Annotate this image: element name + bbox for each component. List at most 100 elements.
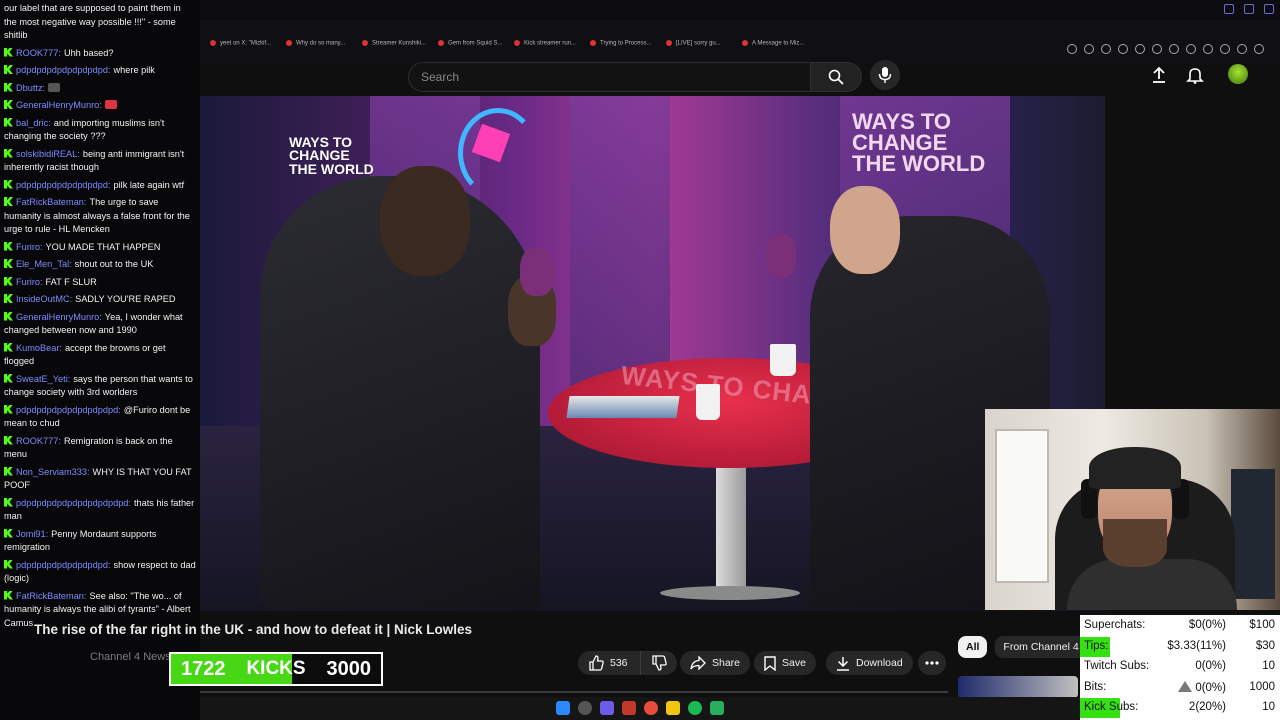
kick-badge-icon	[4, 117, 13, 127]
chat-username[interactable]: Jomi91:	[16, 529, 48, 539]
kick-badge-icon	[4, 294, 13, 303]
extension-icon[interactable]	[1203, 44, 1213, 54]
chat-username[interactable]: FatRickBateman:	[16, 591, 86, 601]
bookmark-item[interactable]: Streamer Kunshiki...	[362, 40, 426, 47]
window-controls[interactable]	[1224, 4, 1274, 14]
chat-username[interactable]: GeneralHenryMunro:	[16, 312, 102, 322]
chat-text: SADLY YOU'RE RAPED	[75, 294, 176, 304]
like-button[interactable]: 536	[578, 651, 641, 675]
kicks-target: 3000	[326, 657, 372, 680]
recommendation-chips: All From Channel 4	[958, 636, 1087, 658]
chip-all[interactable]: All	[958, 636, 988, 658]
chat-username[interactable]: Ele_Men_Tal:	[16, 259, 72, 269]
bookmark-item[interactable]: A Message to Miz...	[742, 40, 804, 47]
stat-label: Bits:	[1084, 680, 1107, 693]
extension-icon[interactable]	[1152, 44, 1162, 54]
chat-emote-icon	[104, 100, 117, 109]
download-button[interactable]: Download	[826, 651, 913, 675]
chat-username[interactable]: InsideOutMC:	[16, 294, 72, 304]
search-icon[interactable]	[578, 701, 592, 715]
save-button[interactable]: Save	[754, 651, 816, 675]
like-count: 536	[610, 657, 628, 669]
chat-username[interactable]: pdpdpdpdpdpdpdpdpd:	[16, 65, 111, 75]
stat-row: Bits: 0(0%) 1000	[1080, 678, 1280, 698]
chat-username[interactable]: pdpdpdpdpdpdpdpdpdpd:	[16, 405, 121, 415]
search-input[interactable]: Search	[408, 62, 812, 92]
chat-username[interactable]: ROOK777:	[16, 436, 61, 446]
voice-search-button[interactable]	[870, 60, 900, 90]
channel-name[interactable]: Channel 4 News	[90, 651, 171, 663]
bookmark-item[interactable]: Gem from Squid S...	[438, 40, 502, 47]
folder-icon[interactable]	[666, 701, 680, 715]
table-stem	[716, 456, 746, 596]
account-avatar[interactable]	[1228, 64, 1248, 84]
video-progress-line[interactable]	[200, 691, 948, 693]
extension-icon[interactable]	[1169, 44, 1179, 54]
extension-icons[interactable]	[1067, 44, 1264, 54]
extension-icon[interactable]	[1186, 44, 1196, 54]
chat-text: our label that are supposed to paint the…	[4, 3, 181, 40]
chat-message: Jomi91: Penny Mordaunt supports remigrati…	[0, 526, 200, 557]
extension-icon[interactable]	[1084, 44, 1094, 54]
notifications-bell-icon[interactable]	[1186, 66, 1204, 84]
video-player[interactable]: WAYS TO CHANGE THE WORLD WAYS TO CHANGE …	[200, 96, 1105, 611]
chat-username[interactable]: Non_Serviam333:	[16, 467, 90, 477]
chip-from-channel[interactable]: From Channel 4	[995, 636, 1087, 658]
chat-username[interactable]: GeneralHenryMunro:	[16, 100, 102, 110]
chat-username[interactable]: pdpdpdpdpdpdpdpdpd:	[16, 180, 111, 190]
extension-icon[interactable]	[1237, 44, 1247, 54]
bookmark-item[interactable]: [LIVE] sorry gu...	[666, 40, 721, 47]
extension-icon[interactable]	[1101, 44, 1111, 54]
more-actions-button[interactable]	[918, 651, 946, 675]
chrome-icon[interactable]	[644, 701, 658, 715]
chat-username[interactable]: FatRickBateman:	[16, 197, 86, 207]
bookmark-item[interactable]: Kick streamer run...	[514, 40, 576, 47]
close-icon[interactable]	[1264, 4, 1274, 14]
stat-value-text: 2(20%)	[1188, 701, 1226, 713]
extension-icon[interactable]	[1220, 44, 1230, 54]
recommended-thumbnail[interactable]	[958, 676, 1078, 698]
bookmark-favicon-icon	[742, 40, 748, 46]
chat-username[interactable]: Dbuttz:	[16, 83, 45, 93]
chat-username[interactable]: pdpdpdpdpdpdpdpdpd:	[16, 560, 111, 570]
search-button[interactable]	[810, 62, 862, 92]
chat-text: where pilk	[113, 65, 155, 75]
dislike-button[interactable]	[640, 651, 677, 675]
spotify-icon[interactable]	[688, 701, 702, 715]
share-button[interactable]: Share	[680, 651, 751, 675]
chat-username[interactable]: solskibidiREAL:	[16, 149, 80, 159]
kick-badge-icon	[4, 528, 13, 538]
chat-message: our label that are supposed to paint the…	[0, 0, 200, 45]
chat-username[interactable]: Furiro:	[16, 242, 43, 252]
chat-message: pdpdpdpdpdpdpdpdpd: pilk late again wtf	[0, 177, 200, 195]
chat-username[interactable]: Furiro:	[16, 277, 43, 287]
stat-value: $0(0%)	[1136, 619, 1226, 631]
obs-icon[interactable]	[622, 701, 636, 715]
discord-icon[interactable]	[600, 701, 614, 715]
chat-username[interactable]: KumoBear:	[16, 343, 62, 353]
stat-row: Twitch Subs: 0(0%) 10	[1080, 657, 1280, 677]
bookmark-item[interactable]: Why do so many...	[286, 40, 345, 47]
chat-username[interactable]: pdpdpdpdpdpdpdpdpdpdpd:	[16, 498, 131, 508]
extension-icon[interactable]	[1254, 44, 1264, 54]
maximize-icon[interactable]	[1244, 4, 1254, 14]
chat-message: SweatE_Yeti: says the person that wants t…	[0, 371, 200, 402]
xbox-icon[interactable]	[710, 701, 724, 715]
chat-username[interactable]: ROOK777:	[16, 48, 61, 58]
extension-icon[interactable]	[1135, 44, 1145, 54]
bookmark-item[interactable]: Trying to Process...	[590, 40, 651, 47]
microphone	[520, 248, 554, 296]
bookmark-label: Gem from Squid S...	[448, 40, 503, 47]
windows-start-icon[interactable]	[556, 701, 570, 715]
thumbs-up-icon	[589, 655, 604, 671]
chat-username[interactable]: SweatE_Yeti:	[16, 374, 70, 384]
minimize-icon[interactable]	[1224, 4, 1234, 14]
kick-badge-icon	[4, 148, 13, 158]
bookmark-favicon-icon	[514, 40, 520, 46]
extension-icon[interactable]	[1067, 44, 1077, 54]
thumbs-down-icon	[651, 655, 667, 671]
extension-icon[interactable]	[1118, 44, 1128, 54]
upload-icon[interactable]	[1150, 66, 1168, 84]
chat-username[interactable]: bal_dric:	[16, 118, 51, 128]
bookmark-item[interactable]: yeet on X: "Mizkif...	[210, 40, 271, 47]
